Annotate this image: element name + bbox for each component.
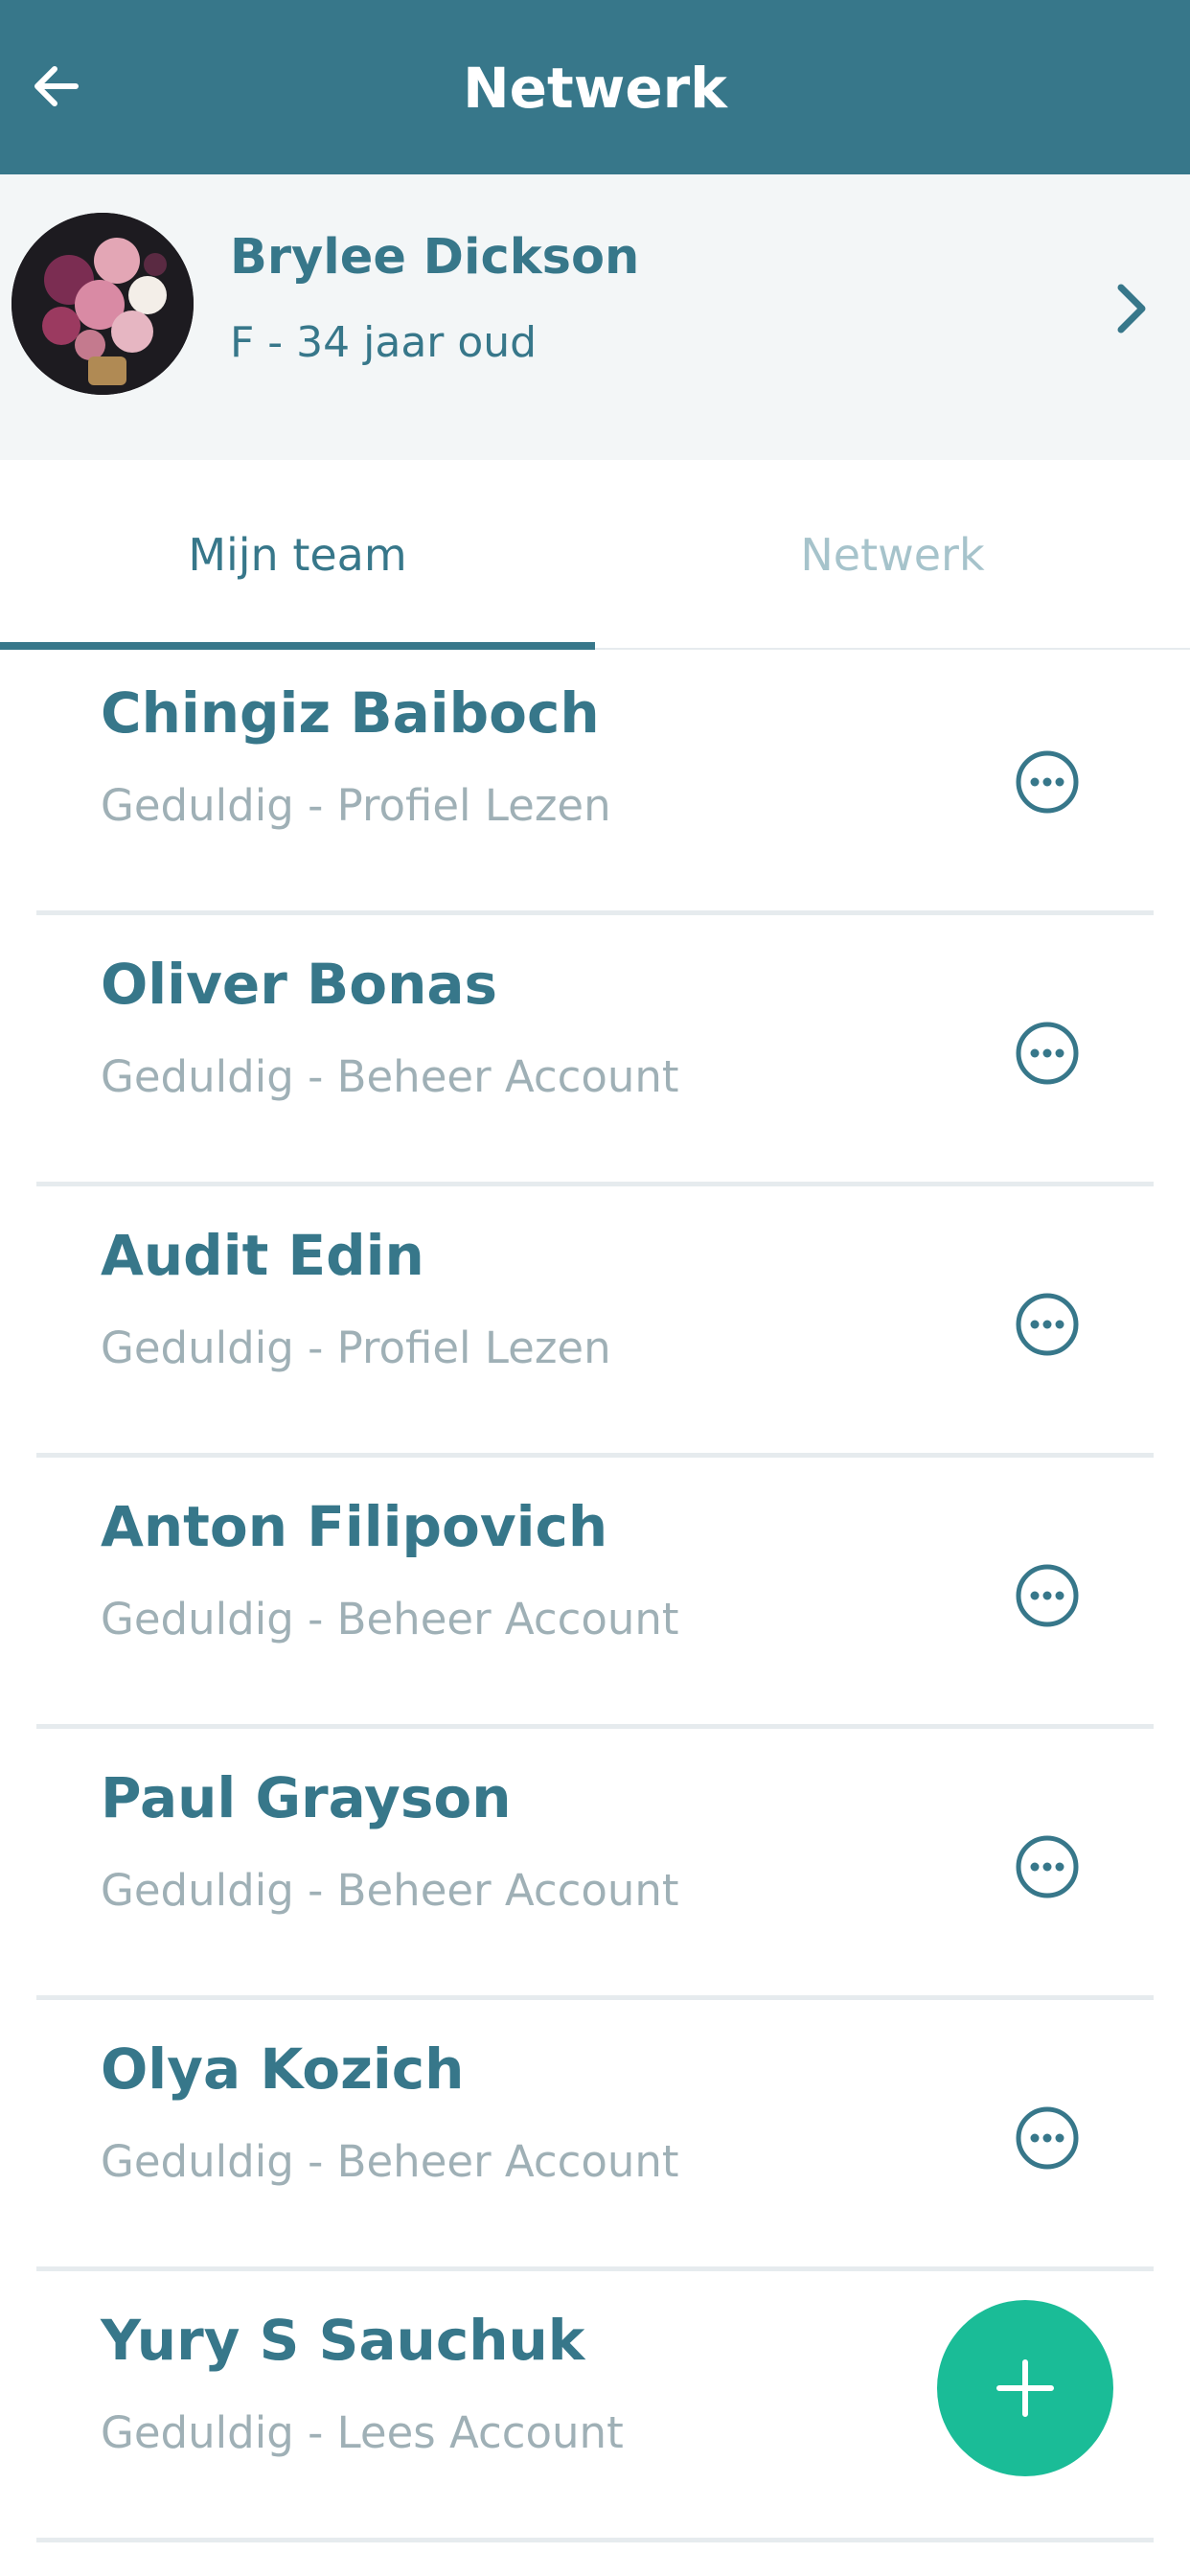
list-item[interactable]: Oliver Bonas Geduldig - Beheer Account: [36, 915, 1154, 1186]
list-item[interactable]: Olya Kozich Geduldig - Beheer Account: [36, 2000, 1154, 2271]
avatar: [11, 213, 194, 395]
member-name: Olya Kozich: [101, 2036, 465, 2102]
add-member-button[interactable]: [937, 2300, 1113, 2476]
page-title: Netwerk: [463, 56, 727, 121]
more-options-icon[interactable]: [1014, 1291, 1081, 1358]
app-screen: Netwerk Brylee Dickson F - 34 jaar oud M…: [0, 0, 1190, 2576]
more-options-icon[interactable]: [1014, 1833, 1081, 1900]
profile-subtitle: F - 34 jaar oud: [230, 318, 538, 367]
plus-icon: [996, 2359, 1054, 2417]
tab-mijn-team[interactable]: Mijn team: [0, 460, 595, 650]
tab-bar: Mijn team Netwerk: [0, 460, 1190, 650]
member-name: Anton Filipovich: [101, 1494, 608, 1559]
list-item[interactable]: Chingiz Baiboch Geduldig - Profiel Lezen: [36, 650, 1154, 915]
member-role: Geduldig - Profiel Lezen: [101, 1322, 611, 1373]
more-options-icon[interactable]: [1014, 2104, 1081, 2172]
profile-card[interactable]: Brylee Dickson F - 34 jaar oud: [0, 174, 1190, 460]
member-name: Oliver Bonas: [101, 952, 498, 1017]
member-role: Geduldig - Lees Account: [101, 2407, 624, 2458]
member-role: Geduldig - Beheer Account: [101, 1865, 679, 1916]
chevron-right-icon[interactable]: [1102, 270, 1159, 347]
tab-netwerk[interactable]: Netwerk: [595, 460, 1190, 650]
member-role: Geduldig - Profiel Lezen: [101, 780, 611, 831]
member-name: Chingiz Baiboch: [101, 680, 600, 746]
member-name: Yury S Sauchuk: [101, 2308, 585, 2373]
list-item[interactable]: Paul Grayson Geduldig - Beheer Account: [36, 1729, 1154, 2000]
list-item[interactable]: Anton Filipovich Geduldig - Beheer Accou…: [36, 1458, 1154, 1729]
more-options-icon[interactable]: [1014, 748, 1081, 816]
member-role: Geduldig - Beheer Account: [101, 1594, 679, 1644]
app-header: Netwerk: [0, 0, 1190, 174]
member-name: Paul Grayson: [101, 1765, 512, 1830]
member-name: Audit Edin: [101, 1223, 424, 1288]
list-item[interactable]: Audit Edin Geduldig - Profiel Lezen: [36, 1186, 1154, 1458]
profile-name: Brylee Dickson: [230, 229, 640, 286]
member-role: Geduldig - Beheer Account: [101, 2136, 679, 2187]
member-role: Geduldig - Beheer Account: [101, 1051, 679, 1102]
more-options-icon[interactable]: [1014, 1020, 1081, 1087]
active-tab-indicator: [0, 642, 595, 650]
more-options-icon[interactable]: [1014, 1562, 1081, 1629]
team-list[interactable]: Chingiz Baiboch Geduldig - Profiel Lezen…: [0, 650, 1190, 2576]
